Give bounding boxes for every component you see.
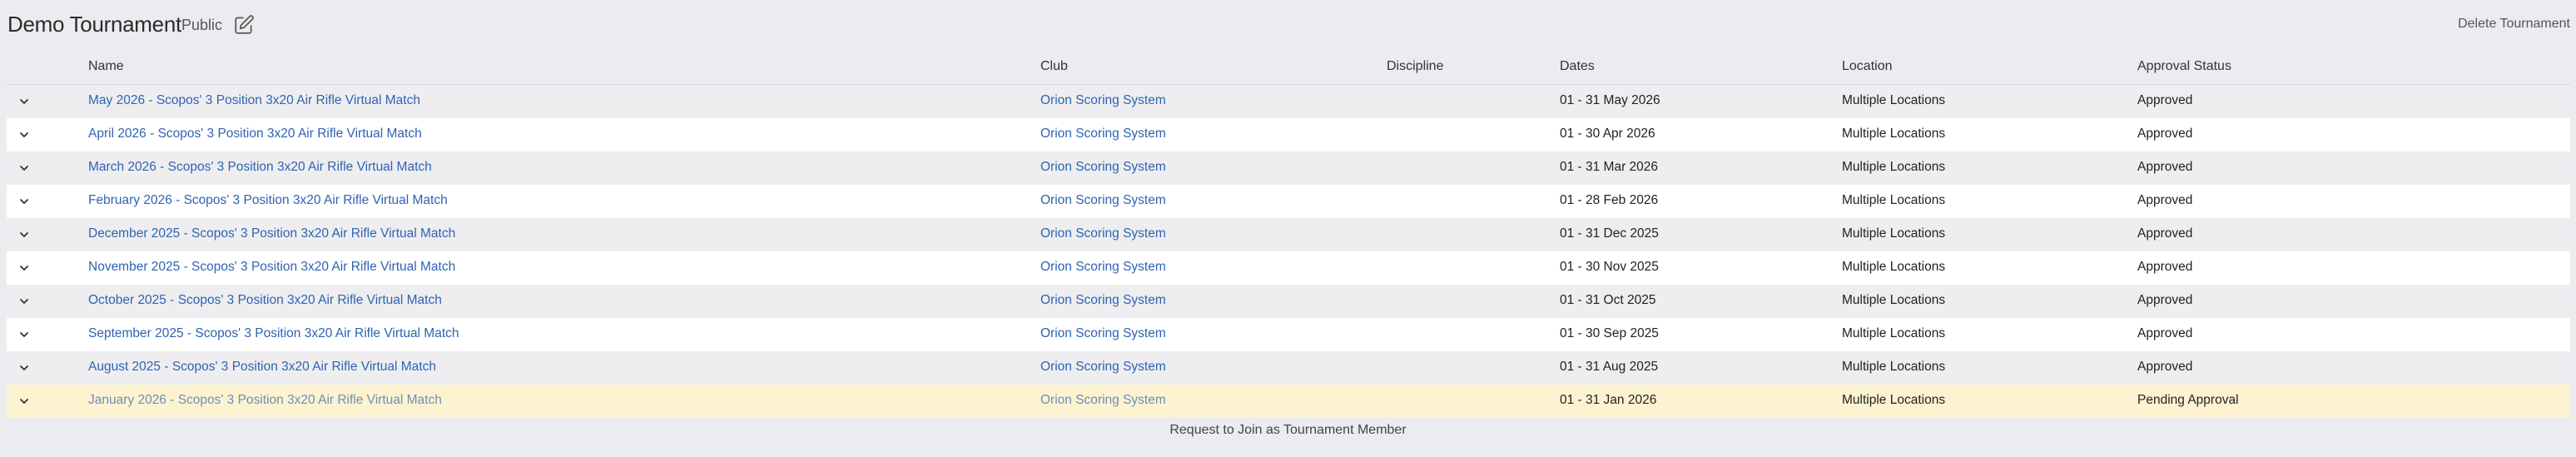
dates-cell: 01 - 31 Mar 2026: [1560, 160, 1659, 174]
dates-cell: 01 - 31 May 2026: [1560, 93, 1660, 107]
tournament-name-link[interactable]: December 2025 - Scopos' 3 Position 3x20 …: [88, 226, 455, 241]
location-cell: Multiple Locations: [1842, 160, 1946, 174]
request-join-link[interactable]: Request to Join as Tournament Member: [1169, 423, 1406, 437]
club-link[interactable]: Orion Scoring System: [1040, 160, 1166, 175]
tournament-name-link[interactable]: September 2025 - Scopos' 3 Position 3x20…: [88, 326, 459, 341]
location-cell: Multiple Locations: [1842, 260, 1946, 274]
table-header: Name Club Discipline Dates Location Appr…: [7, 51, 2570, 85]
tournament-name-link[interactable]: February 2026 - Scopos' 3 Position 3x20 …: [88, 193, 448, 208]
club-link[interactable]: Orion Scoring System: [1040, 293, 1166, 308]
location-cell: Multiple Locations: [1842, 93, 1946, 107]
table-row: May 2026 - Scopos' 3 Position 3x20 Air R…: [7, 85, 2570, 118]
chevron-down-icon: [20, 99, 28, 104]
tournament-name-link[interactable]: January 2026 - Scopos' 3 Position 3x20 A…: [88, 393, 442, 408]
chevron-down-icon: [20, 132, 28, 137]
column-header-dates[interactable]: Dates: [1560, 59, 1595, 74]
club-link[interactable]: Orion Scoring System: [1040, 127, 1166, 142]
dates-cell: 01 - 28 Feb 2026: [1560, 193, 1659, 207]
chevron-down-icon: [20, 166, 28, 171]
tournament-table: Name Club Discipline Dates Location Appr…: [7, 51, 2570, 418]
table-row: January 2026 - Scopos' 3 Position 3x20 A…: [7, 385, 2570, 418]
chevron-down-icon: [20, 399, 28, 404]
expand-row-button[interactable]: [15, 92, 33, 111]
club-link[interactable]: Orion Scoring System: [1040, 226, 1166, 241]
table-body: May 2026 - Scopos' 3 Position 3x20 Air R…: [7, 85, 2570, 418]
dates-cell: 01 - 31 Jan 2026: [1560, 393, 1657, 407]
column-header-location[interactable]: Location: [1842, 59, 1893, 74]
location-cell: Multiple Locations: [1842, 393, 1946, 407]
page-footer: Request to Join as Tournament Member: [0, 423, 2576, 438]
location-cell: Multiple Locations: [1842, 293, 1946, 307]
expand-row-button[interactable]: [15, 192, 33, 211]
expand-row-button[interactable]: [15, 292, 33, 310]
expand-row-button[interactable]: [15, 126, 33, 144]
expand-row-button[interactable]: [15, 159, 33, 177]
approval-status-cell: Approved: [2137, 260, 2193, 274]
table-row: November 2025 - Scopos' 3 Position 3x20 …: [7, 251, 2570, 285]
location-cell: Multiple Locations: [1842, 326, 1946, 340]
chevron-down-icon: [20, 199, 28, 204]
club-link[interactable]: Orion Scoring System: [1040, 326, 1166, 341]
page-header: Demo Tournament Public Delete Tournament: [0, 0, 2576, 50]
club-link[interactable]: Orion Scoring System: [1040, 193, 1166, 208]
table-row: December 2025 - Scopos' 3 Position 3x20 …: [7, 218, 2570, 251]
chevron-down-icon: [20, 299, 28, 304]
dates-cell: 01 - 30 Apr 2026: [1560, 127, 1655, 141]
approval-status-cell: Approved: [2137, 127, 2193, 141]
table-row: April 2026 - Scopos' 3 Position 3x20 Air…: [7, 118, 2570, 152]
tournament-name-link[interactable]: May 2026 - Scopos' 3 Position 3x20 Air R…: [88, 93, 420, 108]
table-row: August 2025 - Scopos' 3 Position 3x20 Ai…: [7, 351, 2570, 385]
approval-status-cell: Approved: [2137, 360, 2193, 374]
delete-tournament-link[interactable]: Delete Tournament: [2458, 17, 2570, 32]
chevron-down-icon: [20, 365, 28, 370]
approval-status-cell: Pending Approval: [2137, 393, 2239, 407]
visibility-badge: Public: [181, 17, 223, 33]
expand-row-button[interactable]: [15, 226, 33, 244]
chevron-down-icon: [20, 332, 28, 337]
club-link[interactable]: Orion Scoring System: [1040, 260, 1166, 275]
approval-status-cell: Approved: [2137, 160, 2193, 174]
expand-row-button[interactable]: [15, 325, 33, 344]
chevron-down-icon: [20, 232, 28, 237]
approval-status-cell: Approved: [2137, 226, 2193, 241]
expand-row-button[interactable]: [15, 359, 33, 377]
location-cell: Multiple Locations: [1842, 193, 1946, 207]
approval-status-cell: Approved: [2137, 293, 2193, 307]
club-link[interactable]: Orion Scoring System: [1040, 360, 1166, 375]
expand-row-button[interactable]: [15, 259, 33, 277]
approval-status-cell: Approved: [2137, 93, 2193, 107]
expand-row-button[interactable]: [15, 392, 33, 410]
column-header-discipline[interactable]: Discipline: [1387, 59, 1443, 74]
column-header-club[interactable]: Club: [1040, 59, 1068, 74]
table-row: September 2025 - Scopos' 3 Position 3x20…: [7, 318, 2570, 351]
edit-icon: [235, 15, 254, 34]
tournament-name-link[interactable]: April 2026 - Scopos' 3 Position 3x20 Air…: [88, 127, 422, 142]
dates-cell: 01 - 31 Aug 2025: [1560, 360, 1659, 374]
column-header-name[interactable]: Name: [88, 59, 124, 74]
column-header-approval-status[interactable]: Approval Status: [2137, 59, 2231, 74]
location-cell: Multiple Locations: [1842, 360, 1946, 374]
tournament-name-link[interactable]: August 2025 - Scopos' 3 Position 3x20 Ai…: [88, 360, 436, 375]
edit-button[interactable]: [231, 12, 256, 37]
tournament-name-link[interactable]: March 2026 - Scopos' 3 Position 3x20 Air…: [88, 160, 432, 175]
dates-cell: 01 - 31 Oct 2025: [1560, 293, 1656, 307]
approval-status-cell: Approved: [2137, 193, 2193, 207]
tournament-name-link[interactable]: October 2025 - Scopos' 3 Position 3x20 A…: [88, 293, 442, 308]
location-cell: Multiple Locations: [1842, 127, 1946, 141]
approval-status-cell: Approved: [2137, 326, 2193, 340]
location-cell: Multiple Locations: [1842, 226, 1946, 241]
page-title: Demo Tournament: [7, 12, 181, 37]
chevron-down-icon: [20, 266, 28, 271]
club-link[interactable]: Orion Scoring System: [1040, 393, 1166, 408]
table-row: February 2026 - Scopos' 3 Position 3x20 …: [7, 185, 2570, 218]
dates-cell: 01 - 30 Sep 2025: [1560, 326, 1659, 340]
tournament-name-link[interactable]: November 2025 - Scopos' 3 Position 3x20 …: [88, 260, 455, 275]
club-link[interactable]: Orion Scoring System: [1040, 93, 1166, 108]
table-row: March 2026 - Scopos' 3 Position 3x20 Air…: [7, 152, 2570, 185]
dates-cell: 01 - 31 Dec 2025: [1560, 226, 1659, 241]
table-row: October 2025 - Scopos' 3 Position 3x20 A…: [7, 285, 2570, 318]
dates-cell: 01 - 30 Nov 2025: [1560, 260, 1659, 274]
